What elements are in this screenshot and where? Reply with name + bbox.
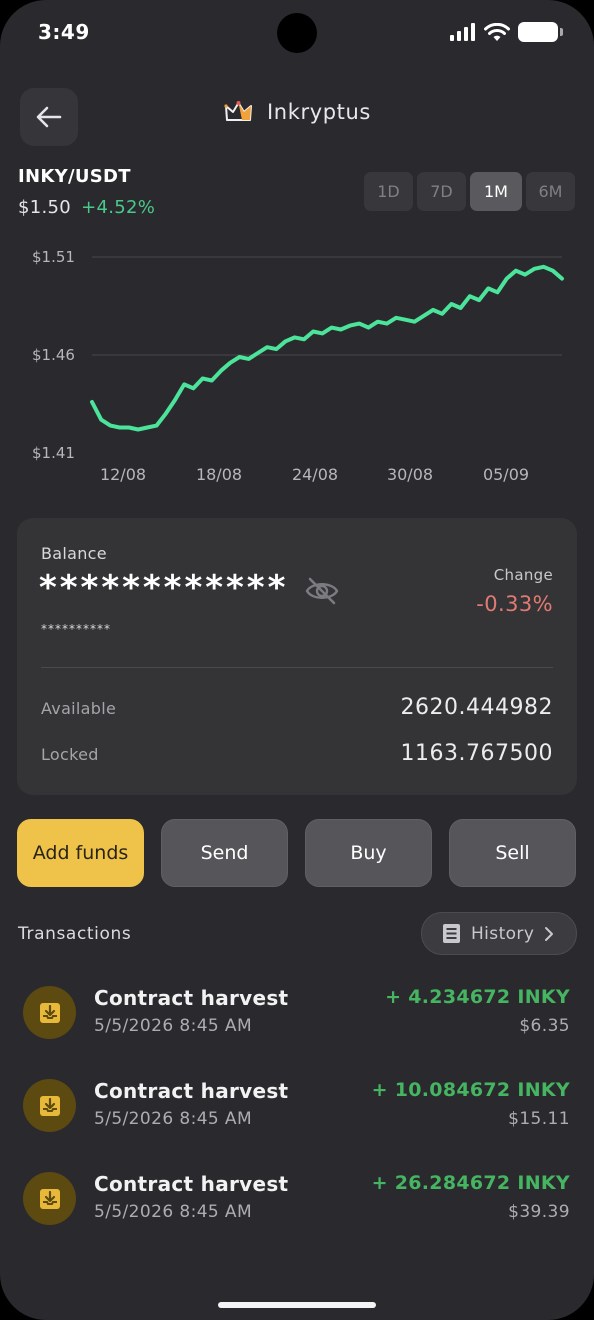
home-indicator[interactable]: [218, 1302, 376, 1308]
price-chart: $1.51 $1.46 $1.41 12/08 18/08 24/08 30/08 05/09: [32, 248, 564, 484]
transaction-amount: + 10.084672 INKY: [371, 1079, 570, 1101]
download-tray-icon: [23, 986, 76, 1039]
locked-value: 1163.767500: [400, 741, 553, 766]
phone-screen: 3:49 Inkryptus INKY/USDT $1.50 +4.52% 1D…: [0, 0, 594, 1320]
download-tray-icon: [23, 1079, 76, 1132]
transaction-date: 5/5/2026 8:45 AM: [94, 1109, 253, 1129]
status-time: 3:49: [38, 20, 90, 44]
tab-range-1d[interactable]: 1D: [364, 172, 413, 211]
x-tick-label: 24/08: [292, 465, 338, 484]
transaction-name: Contract harvest: [94, 1172, 289, 1196]
change-value: -0.33%: [476, 592, 553, 616]
transaction-row[interactable]: Contract harvest 5/5/2026 8:45 AM + 4.23…: [0, 986, 594, 1056]
price-series-line: [90, 264, 564, 432]
tab-range-7d[interactable]: 7D: [417, 172, 466, 211]
y-tick-label: $1.41: [32, 444, 75, 462]
divider: [41, 667, 553, 668]
transaction-date: 5/5/2026 8:45 AM: [94, 1016, 253, 1036]
balance-sub-masked: **********: [41, 622, 111, 636]
transaction-name: Contract harvest: [94, 1079, 289, 1103]
available-label: Available: [41, 699, 117, 718]
transaction-amount: + 4.234672 INKY: [385, 986, 570, 1008]
current-price: $1.50: [18, 197, 72, 218]
receipt-icon: [443, 924, 460, 943]
send-button[interactable]: Send: [161, 819, 288, 887]
range-tabs: 1D 7D 1M 6M: [364, 172, 575, 211]
price-change: +4.52%: [81, 197, 156, 218]
sell-button[interactable]: Sell: [449, 819, 576, 887]
transaction-usd: $6.35: [519, 1016, 570, 1036]
signal-icon: [450, 23, 475, 41]
app-title-group: Inkryptus: [224, 100, 371, 124]
transaction-name: Contract harvest: [94, 986, 289, 1010]
history-label: History: [471, 923, 535, 944]
transaction-row[interactable]: Contract harvest 5/5/2026 8:45 AM + 10.0…: [0, 1079, 594, 1149]
transaction-usd: $15.11: [508, 1109, 570, 1129]
y-tick-label: $1.46: [32, 346, 75, 364]
x-tick-label: 30/08: [387, 465, 433, 484]
back-button[interactable]: [20, 88, 78, 146]
price-row: $1.50 +4.52%: [18, 197, 155, 218]
action-buttons: Add funds Send Buy Sell: [17, 819, 576, 887]
tab-range-6m[interactable]: 6M: [526, 172, 575, 211]
balance-value-masked: ************: [39, 568, 289, 608]
transaction-row[interactable]: Contract harvest 5/5/2026 8:45 AM + 26.2…: [0, 1172, 594, 1242]
trading-pair: INKY/USDT: [18, 166, 131, 187]
wifi-icon: [484, 22, 510, 41]
crown-logo-icon: [224, 101, 252, 121]
transaction-usd: $39.39: [508, 1202, 570, 1222]
chevron-right-icon: [545, 926, 554, 941]
status-icons: [450, 22, 563, 42]
balance-card: Balance ************ ********** Change -…: [17, 518, 577, 795]
x-tick-label: 18/08: [196, 465, 242, 484]
buy-button[interactable]: Buy: [305, 819, 432, 887]
tab-range-1m[interactable]: 1M: [470, 172, 522, 211]
transaction-amount: + 26.284672 INKY: [371, 1172, 570, 1194]
y-tick-label: $1.51: [32, 248, 75, 266]
x-tick-label: 12/08: [100, 465, 146, 484]
transactions-title: Transactions: [18, 924, 132, 944]
add-funds-button[interactable]: Add funds: [17, 819, 144, 887]
x-tick-label: 05/09: [483, 465, 529, 484]
app-title: Inkryptus: [267, 100, 371, 124]
arrow-left-icon: [36, 106, 62, 128]
locked-label: Locked: [41, 745, 99, 764]
download-tray-icon: [23, 1172, 76, 1225]
transaction-date: 5/5/2026 8:45 AM: [94, 1202, 253, 1222]
eye-off-icon[interactable]: [305, 577, 339, 605]
battery-icon: [518, 22, 563, 42]
camera-cutout: [277, 13, 317, 53]
balance-label: Balance: [41, 544, 107, 563]
history-button[interactable]: History: [421, 912, 577, 955]
available-value: 2620.444982: [400, 695, 553, 720]
change-label: Change: [493, 566, 553, 584]
